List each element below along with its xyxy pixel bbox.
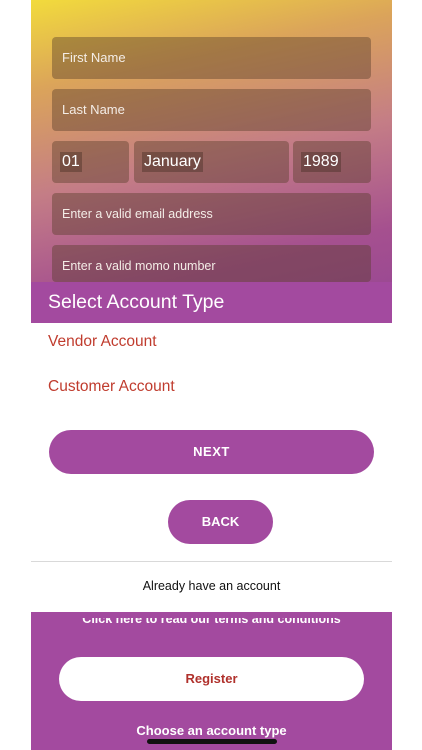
next-button[interactable]: NEXT [49,430,374,474]
footer-panel: Click here to read our terms and conditi… [31,612,392,750]
email-placeholder: Enter a valid email address [62,207,213,221]
customer-account-option[interactable]: Customer Account [48,378,175,396]
vendor-account-option[interactable]: Vendor Account [48,333,157,351]
first-name-placeholder: First Name [62,50,126,65]
momo-number-field[interactable]: Enter a valid momo number [52,245,371,282]
last-name-placeholder: Last Name [62,102,125,117]
dob-year-picker[interactable]: 1989 [293,141,371,183]
last-name-field[interactable]: Last Name [52,89,371,131]
dob-month-picker[interactable]: January [134,141,289,183]
registration-form: First Name Last Name 01 January 1989 Ent… [31,0,392,282]
already-have-account-link[interactable]: Already have an account [31,579,392,593]
terms-link[interactable]: Click here to read our terms and conditi… [31,618,392,630]
first-name-field[interactable]: First Name [52,37,371,79]
dob-day-value: 01 [60,152,82,172]
choose-account-type-link[interactable]: Choose an account type [31,723,392,738]
home-indicator [147,739,277,744]
app-screen: First Name Last Name 01 January 1989 Ent… [31,0,392,750]
account-type-sheet-title: Select Account Type [31,282,392,323]
register-button[interactable]: Register [59,657,364,701]
divider [31,561,392,562]
back-button[interactable]: BACK [168,500,273,544]
dob-year-value: 1989 [301,152,341,172]
dob-month-value: January [142,152,203,172]
dob-day-picker[interactable]: 01 [52,141,129,183]
email-field[interactable]: Enter a valid email address [52,193,371,235]
momo-placeholder: Enter a valid momo number [62,259,216,273]
terms-label: Click here to read our terms and conditi… [82,618,341,626]
